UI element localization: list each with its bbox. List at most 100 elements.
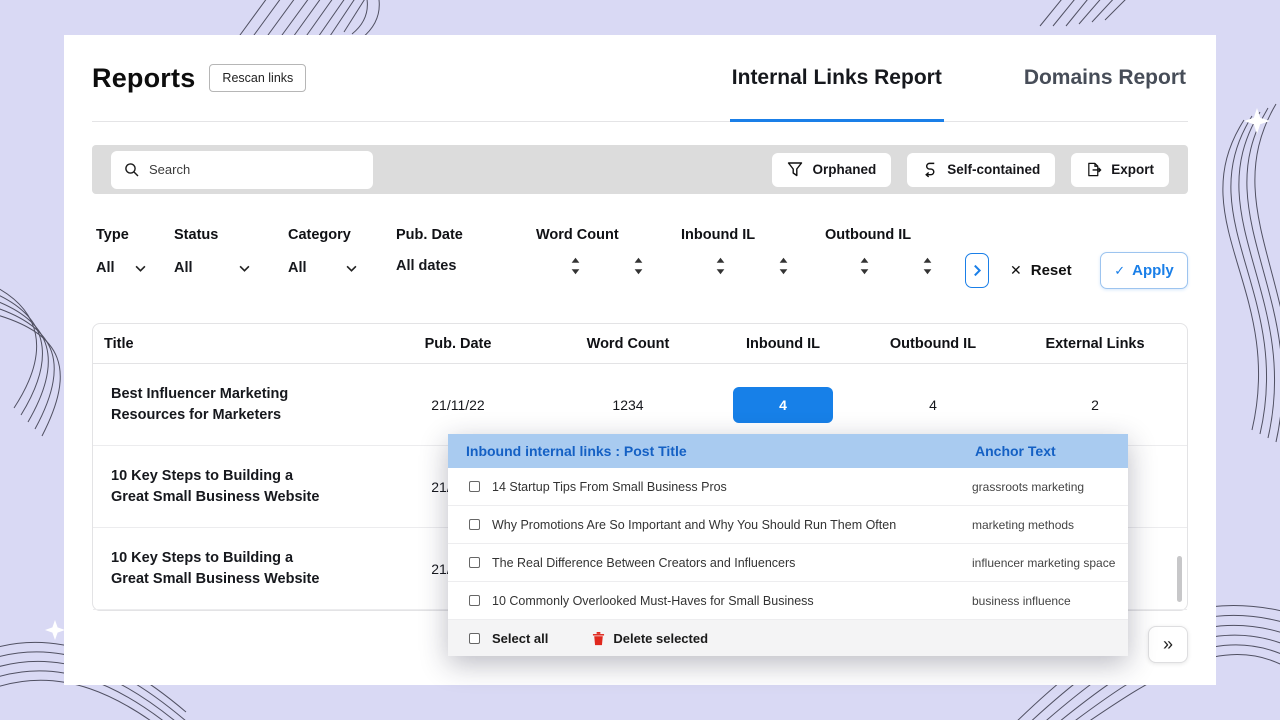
popup-row: 14 Startup Tips From Small Business Pros… xyxy=(448,468,1128,506)
inbound-il-min-stepper[interactable] xyxy=(715,256,726,278)
post-title: 10 Key Steps to Building a Great Small B… xyxy=(93,466,363,508)
orphaned-button[interactable]: Orphaned xyxy=(772,153,891,187)
stepper-arrows-icon xyxy=(859,256,870,276)
row-checkbox[interactable] xyxy=(469,557,480,568)
filter-pub-date: Pub. Date All dates xyxy=(396,227,463,274)
post-title: Best Influencer Marketing Resources for … xyxy=(93,384,363,426)
word-count-max-stepper[interactable] xyxy=(633,256,644,278)
filter-inbound-il: Inbound IL xyxy=(681,227,789,278)
reports-panel: Reports Rescan links Internal Links Repo… xyxy=(64,35,1216,685)
inbound-il-cell: 4 xyxy=(703,387,863,423)
row-checkbox[interactable] xyxy=(469,481,480,492)
pagination-next-button[interactable]: » xyxy=(1148,626,1188,663)
orphaned-icon xyxy=(787,161,803,178)
stepper-arrows-icon xyxy=(922,256,933,276)
pub-date-select[interactable]: All dates xyxy=(396,258,463,274)
popup-header: Inbound internal links : Post Title Anch… xyxy=(448,434,1128,468)
inbound-il-max-stepper[interactable] xyxy=(778,256,789,278)
export-button[interactable]: Export xyxy=(1071,153,1169,187)
tab-domains-report[interactable]: Domains Report xyxy=(1022,35,1188,121)
anchor-text-header: Anchor Text xyxy=(975,443,1128,459)
popup-row: 10 Commonly Overlooked Must-Haves for Sm… xyxy=(448,582,1128,620)
filters-bar: Type All Status All Category All Pub. Da… xyxy=(92,227,1188,291)
popup-post-title: 10 Commonly Overlooked Must-Haves for Sm… xyxy=(492,594,972,608)
popup-post-title: Why Promotions Are So Important and Why … xyxy=(492,518,972,532)
row-checkbox[interactable] xyxy=(469,595,480,606)
check-icon: ✓ xyxy=(1114,263,1125,279)
trash-icon xyxy=(592,631,605,646)
type-select[interactable]: All xyxy=(96,258,146,278)
select-all-checkbox[interactable] xyxy=(469,633,480,644)
delete-selected-button[interactable]: Delete selected xyxy=(592,631,708,646)
self-contained-label: Self-contained xyxy=(947,162,1040,177)
filter-category: Category All xyxy=(288,227,357,278)
reset-button[interactable]: ✕ Reset xyxy=(1010,253,1072,288)
column-header-pub-date: Pub. Date xyxy=(363,336,553,352)
search-input[interactable] xyxy=(111,151,373,189)
tab-label: Domains Report xyxy=(1024,66,1186,90)
reset-label: Reset xyxy=(1031,262,1072,279)
popup-anchor-text: grassroots marketing xyxy=(972,480,1128,494)
inbound-links-popup: Inbound internal links : Post Title Anch… xyxy=(448,434,1128,656)
column-header-word-count: Word Count xyxy=(553,336,703,352)
pub-date-cell: 21/11/22 xyxy=(363,397,553,413)
self-contained-icon xyxy=(922,161,938,178)
rescan-links-button[interactable]: Rescan links xyxy=(209,64,306,92)
post-title-line: Best Influencer Marketing xyxy=(111,384,363,405)
column-header-outbound-il: Outbound IL xyxy=(863,336,1003,352)
filter-outbound-il: Outbound IL xyxy=(825,227,933,278)
delete-selected-label: Delete selected xyxy=(613,631,708,646)
category-select[interactable]: All xyxy=(288,258,357,278)
inbound-il-badge[interactable]: 4 xyxy=(733,387,833,423)
row-checkbox[interactable] xyxy=(469,519,480,530)
post-title-line: 10 Key Steps to Building a xyxy=(111,548,363,569)
export-label: Export xyxy=(1111,162,1154,177)
filter-pub-date-label: Pub. Date xyxy=(396,227,463,243)
header: Reports Rescan links Internal Links Repo… xyxy=(92,35,1188,122)
stepper-arrows-icon xyxy=(778,256,789,276)
column-header-title: Title xyxy=(93,336,363,352)
filter-category-label: Category xyxy=(288,227,357,243)
filter-outbound-il-label: Outbound IL xyxy=(825,227,933,243)
export-icon xyxy=(1086,161,1102,178)
category-select-value: All xyxy=(288,260,307,276)
x-icon: ✕ xyxy=(1010,262,1022,279)
apply-button[interactable]: ✓ Apply xyxy=(1100,252,1188,289)
post-title: 10 Key Steps to Building a Great Small B… xyxy=(93,548,363,590)
popup-anchor-text: marketing methods xyxy=(972,518,1128,532)
status-select[interactable]: All xyxy=(174,258,250,278)
post-title-line: Great Small Business Website xyxy=(111,487,363,508)
popup-post-title: 14 Startup Tips From Small Business Pros xyxy=(492,480,972,494)
pagination-next-label: » xyxy=(1163,634,1173,655)
word-count-cell: 1234 xyxy=(553,397,703,413)
orphaned-label: Orphaned xyxy=(812,162,876,177)
popup-title: Inbound internal links : Post Title xyxy=(466,443,975,459)
tab-internal-links-report[interactable]: Internal Links Report xyxy=(730,35,944,121)
popup-row: Why Promotions Are So Important and Why … xyxy=(448,506,1128,544)
external-links-cell: 2 xyxy=(1003,397,1187,413)
post-title-line: 10 Key Steps to Building a xyxy=(111,466,363,487)
chevron-right-icon xyxy=(973,264,982,277)
filter-type: Type All xyxy=(96,227,146,278)
search-box xyxy=(111,151,373,189)
apply-label: Apply xyxy=(1132,262,1174,279)
outbound-il-max-stepper[interactable] xyxy=(922,256,933,278)
popup-row: The Real Difference Between Creators and… xyxy=(448,544,1128,582)
table-scrollbar[interactable] xyxy=(1177,556,1182,602)
popup-anchor-text: influencer marketing space xyxy=(972,556,1128,570)
outbound-il-cell: 4 xyxy=(863,397,1003,413)
word-count-min-stepper[interactable] xyxy=(570,256,581,278)
outbound-il-min-stepper[interactable] xyxy=(859,256,870,278)
column-header-external-links: External Links xyxy=(1003,336,1187,352)
type-select-value: All xyxy=(96,260,115,276)
chevron-down-icon xyxy=(346,265,357,272)
filter-status: Status All xyxy=(174,227,250,278)
self-contained-button[interactable]: Self-contained xyxy=(907,153,1055,187)
expand-filters-button[interactable] xyxy=(965,253,989,288)
status-select-value: All xyxy=(174,260,193,276)
toolbar-buttons: Orphaned Self-contained Export xyxy=(772,153,1169,187)
filter-inbound-il-label: Inbound IL xyxy=(681,227,789,243)
chevron-down-icon xyxy=(135,265,146,272)
pub-date-value: All dates xyxy=(396,258,456,274)
filter-status-label: Status xyxy=(174,227,250,243)
